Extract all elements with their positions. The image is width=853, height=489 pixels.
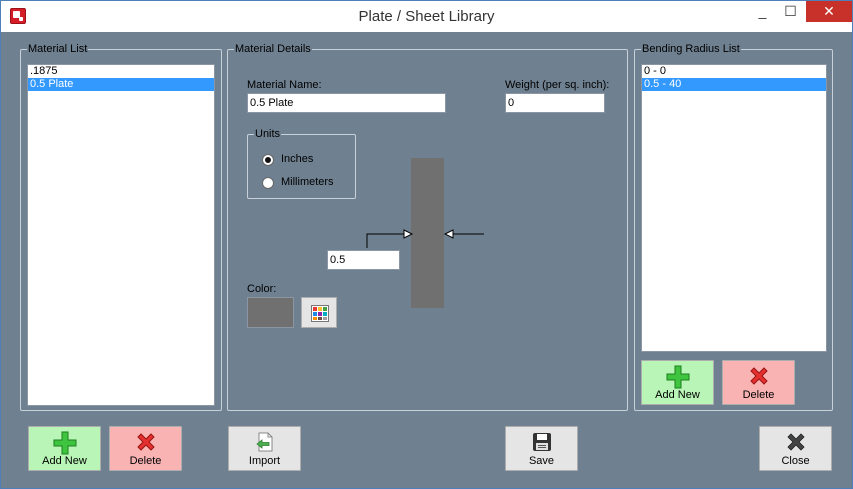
add-bending-radius-button[interactable]: Add New	[641, 360, 714, 405]
minimize-button[interactable]: _	[749, 1, 776, 22]
delete-material-label: Delete	[129, 455, 162, 467]
delete-bending-radius-button[interactable]: Delete	[722, 360, 795, 405]
close-label: Close	[781, 455, 810, 467]
material-details-group: Material Details Material Name: 0.5 Plat…	[227, 42, 628, 411]
x-delete-icon	[136, 433, 155, 451]
material-name-label: Material Name:	[247, 79, 322, 91]
add-material-button[interactable]: Add New	[28, 426, 101, 471]
bending-radius-item[interactable]: 0 - 0	[642, 65, 826, 78]
close-button[interactable]: Close	[759, 426, 832, 471]
material-list-group: Material List .1875 0.5 Plate	[20, 42, 222, 411]
title-bar: Plate / Sheet Library _ ☐ ✕	[1, 1, 852, 32]
plate-sheet-library-window: Plate / Sheet Library _ ☐ ✕ Material Lis…	[0, 0, 853, 489]
millimeters-radio-label[interactable]: Millimeters	[281, 176, 334, 188]
floppy-disk-icon	[532, 433, 551, 451]
bending-radius-item-selected[interactable]: 0.5 - 40	[642, 78, 826, 91]
material-list-item-selected[interactable]: 0.5 Plate	[28, 78, 214, 91]
add-bending-radius-label: Add New	[655, 389, 700, 401]
material-list-item[interactable]: .1875	[28, 65, 214, 78]
close-x-icon	[786, 433, 805, 451]
units-label: Units	[254, 127, 282, 141]
add-material-label: Add New	[42, 455, 87, 467]
color-label: Color:	[247, 283, 277, 295]
plus-icon	[666, 365, 689, 389]
material-listbox[interactable]: .1875 0.5 Plate	[27, 64, 215, 406]
thickness-input[interactable]: 0.5	[327, 250, 400, 270]
units-group: Units Inches Millimeters	[247, 127, 356, 199]
bending-radius-label: Bending Radius List	[641, 42, 741, 56]
weight-label: Weight (per sq. inch):	[505, 79, 610, 91]
import-button[interactable]: Import	[228, 426, 301, 471]
inches-radio[interactable]	[262, 154, 274, 166]
delete-material-button[interactable]: Delete	[109, 426, 182, 471]
bending-radius-listbox[interactable]: 0 - 0 0.5 - 40	[641, 64, 827, 352]
inches-radio-label[interactable]: Inches	[281, 153, 313, 165]
delete-bending-radius-label: Delete	[742, 389, 775, 401]
import-icon	[255, 432, 272, 452]
maximize-button[interactable]: ☐	[777, 1, 804, 22]
color-picker-button[interactable]	[301, 297, 337, 328]
weight-input[interactable]: 0	[505, 93, 605, 113]
material-list-label: Material List	[27, 42, 89, 56]
plus-icon	[53, 431, 76, 455]
save-label: Save	[528, 455, 555, 467]
x-delete-icon	[749, 367, 768, 385]
material-details-label: Material Details	[234, 42, 312, 56]
material-name-input[interactable]: 0.5 Plate	[247, 93, 446, 113]
import-label: Import	[248, 455, 281, 467]
window-title: Plate / Sheet Library	[358, 8, 495, 25]
save-button[interactable]: Save	[505, 426, 578, 471]
close-window-button[interactable]: ✕	[806, 1, 852, 22]
color-swatch[interactable]	[247, 297, 294, 328]
color-palette-icon	[311, 305, 329, 322]
millimeters-radio[interactable]	[262, 177, 274, 189]
bending-radius-group: Bending Radius List 0 - 0 0.5 - 40 Add N…	[634, 42, 833, 411]
